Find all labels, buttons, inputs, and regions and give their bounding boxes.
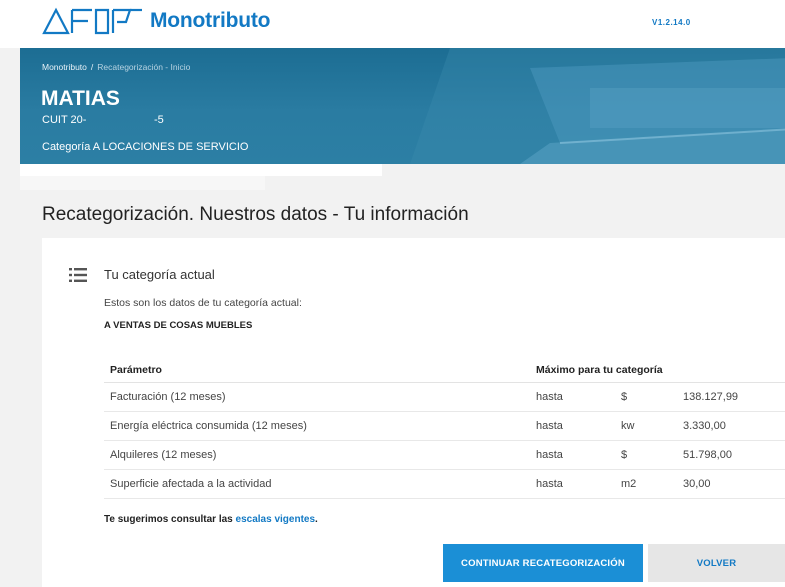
param-name: Superficie afectada a la actividad [104,469,530,499]
param-value: 138.127,99 [677,382,785,412]
section-description: Estos son los datos de tu categoría actu… [104,297,302,309]
hero-banner: Monotributo / Recategorización - Inicio MA… [20,48,785,164]
cuit-label: CUIT 20- [42,114,87,126]
breadcrumb-separator: / [90,62,94,72]
table-row: Energía eléctrica consumida (12 meses) h… [104,411,785,441]
param-qualifier: hasta [530,411,615,441]
param-unit: $ [615,440,677,470]
param-qualifier: hasta [530,469,615,499]
table-row: Superficie afectada a la actividad hasta… [104,469,785,499]
table-row: Facturación (12 meses) hasta $ 138.127,9… [104,382,785,412]
back-button[interactable]: VOLVER [648,544,785,582]
category-card: Tu categoría actual Estos son los datos … [42,238,785,587]
user-name: MATIAS [41,87,120,110]
logo-text: Monotributo [150,9,271,32]
suggestion-text: Te sugerimos consultar las escalas vigen… [104,514,318,525]
list-icon [69,268,87,282]
page-title: Recategorización. Nuestros datos - Tu in… [42,204,469,225]
param-value: 3.330,00 [677,411,785,441]
param-value: 51.798,00 [677,440,785,470]
breadcrumb: Monotributo / Recategorización - Inicio [42,62,190,72]
breadcrumb-home[interactable]: Monotributo [42,62,87,72]
column-header-maximum: Máximo para tu categoría [530,358,785,383]
param-name: Facturación (12 meses) [104,382,530,412]
suggestion-suffix: . [315,514,318,525]
table-row: Alquileres (12 meses) hasta $ 51.798,00 [104,440,785,470]
escalas-vigentes-link[interactable]: escalas vigentes [236,514,316,525]
continue-recategorization-button[interactable]: CONTINUAR RECATEGORIZACIÓN [443,544,643,582]
param-value: 30,00 [677,469,785,499]
param-qualifier: hasta [530,440,615,470]
param-name: Alquileres (12 meses) [104,440,530,470]
cuit-suffix: -5 [154,114,164,126]
section-title: Tu categoría actual [104,267,215,282]
user-category: Categoría A LOCACIONES DE SERVICIO [42,141,249,153]
table-header-row: Parámetro Máximo para tu categoría [104,358,785,383]
param-unit: kw [615,411,677,441]
suggestion-prefix: Te sugerimos consultar las [104,514,236,525]
top-bar: Monotributo V1.2.14.0 [0,0,785,48]
breadcrumb-current: Recategorización - Inicio [97,62,191,72]
column-header-parameter: Parámetro [104,358,530,383]
logo[interactable]: Monotributo [42,6,270,36]
afip-logo-mark [42,7,142,35]
param-unit: m2 [615,469,677,499]
param-unit: $ [615,382,677,412]
current-category: A VENTAS DE COSAS MUEBLES [104,320,253,331]
parameters-table: Parámetro Máximo para tu categoría Factu… [104,358,785,499]
hero-bottom-strip [20,164,382,176]
laptop-background-image [410,48,785,164]
param-qualifier: hasta [530,382,615,412]
hero-bottom-strip-2 [20,176,265,190]
param-name: Energía eléctrica consumida (12 meses) [104,411,530,441]
version-label: V1.2.14.0 [652,18,691,27]
